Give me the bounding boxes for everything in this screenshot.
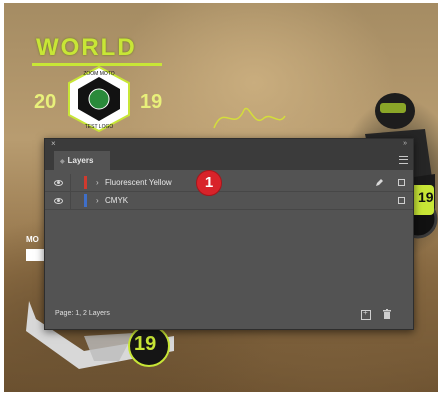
new-layer-icon[interactable]	[361, 308, 371, 320]
panel-titlebar[interactable]: × »	[45, 139, 413, 149]
lock-column[interactable]	[70, 192, 71, 209]
poster-year-right: 19	[140, 91, 163, 113]
selection-square-icon[interactable]	[398, 197, 405, 204]
visibility-eye-icon[interactable]	[54, 180, 63, 186]
tab-layers[interactable]: ◆ Layers	[54, 151, 110, 170]
badge-bottom-text: TEST LOGO	[85, 124, 114, 130]
panel-tab-strip: ◆ Layers	[45, 149, 413, 170]
expand-chevron-icon[interactable]: ›	[96, 174, 99, 191]
lock-column[interactable]	[70, 174, 71, 191]
poster-title: WORLD	[36, 34, 137, 61]
poster-year-left: 20	[34, 91, 57, 113]
grip-icon: ◆	[60, 159, 65, 165]
rider-number: 19	[418, 189, 434, 205]
page-layers-status: Page: 1, 2 Layers	[55, 310, 110, 317]
zoom-moto-badge: ZOOM MOTO TEST LOGO	[68, 65, 130, 133]
layer-name[interactable]: Fluorescent Yellow	[105, 174, 172, 191]
layer-row-fluorescent-yellow[interactable]: › Fluorescent Yellow	[45, 174, 413, 192]
layer-row-cmyk[interactable]: › CMYK	[45, 192, 413, 210]
close-icon[interactable]: ×	[51, 139, 56, 149]
expand-chevron-icon[interactable]: ›	[96, 192, 99, 209]
layer-color-chip	[84, 176, 87, 189]
tab-layers-label: Layers	[67, 156, 94, 165]
layer-name[interactable]: CMYK	[105, 192, 128, 209]
signature-scribble	[213, 107, 286, 129]
selection-square-icon[interactable]	[398, 179, 405, 186]
trash-icon[interactable]	[383, 309, 391, 319]
badge-top-text: ZOOM MOTO	[83, 71, 114, 77]
layers-panel: × » ◆ Layers › Fluorescent Yellow › CMYK…	[44, 138, 414, 330]
background-photo: WORLD 20 19 ZOOM MOTO TEST LOGO 19 MO 19…	[4, 3, 438, 392]
panel-menu-icon[interactable]	[399, 156, 408, 164]
panel-footer: Page: 1, 2 Layers	[45, 301, 413, 329]
collapse-icon[interactable]: »	[403, 139, 407, 149]
shield-number: 19	[134, 333, 157, 355]
layer-color-chip	[84, 194, 87, 207]
callout-badge: 1	[196, 170, 222, 196]
visibility-eye-icon[interactable]	[54, 198, 63, 204]
pen-icon	[376, 179, 383, 186]
